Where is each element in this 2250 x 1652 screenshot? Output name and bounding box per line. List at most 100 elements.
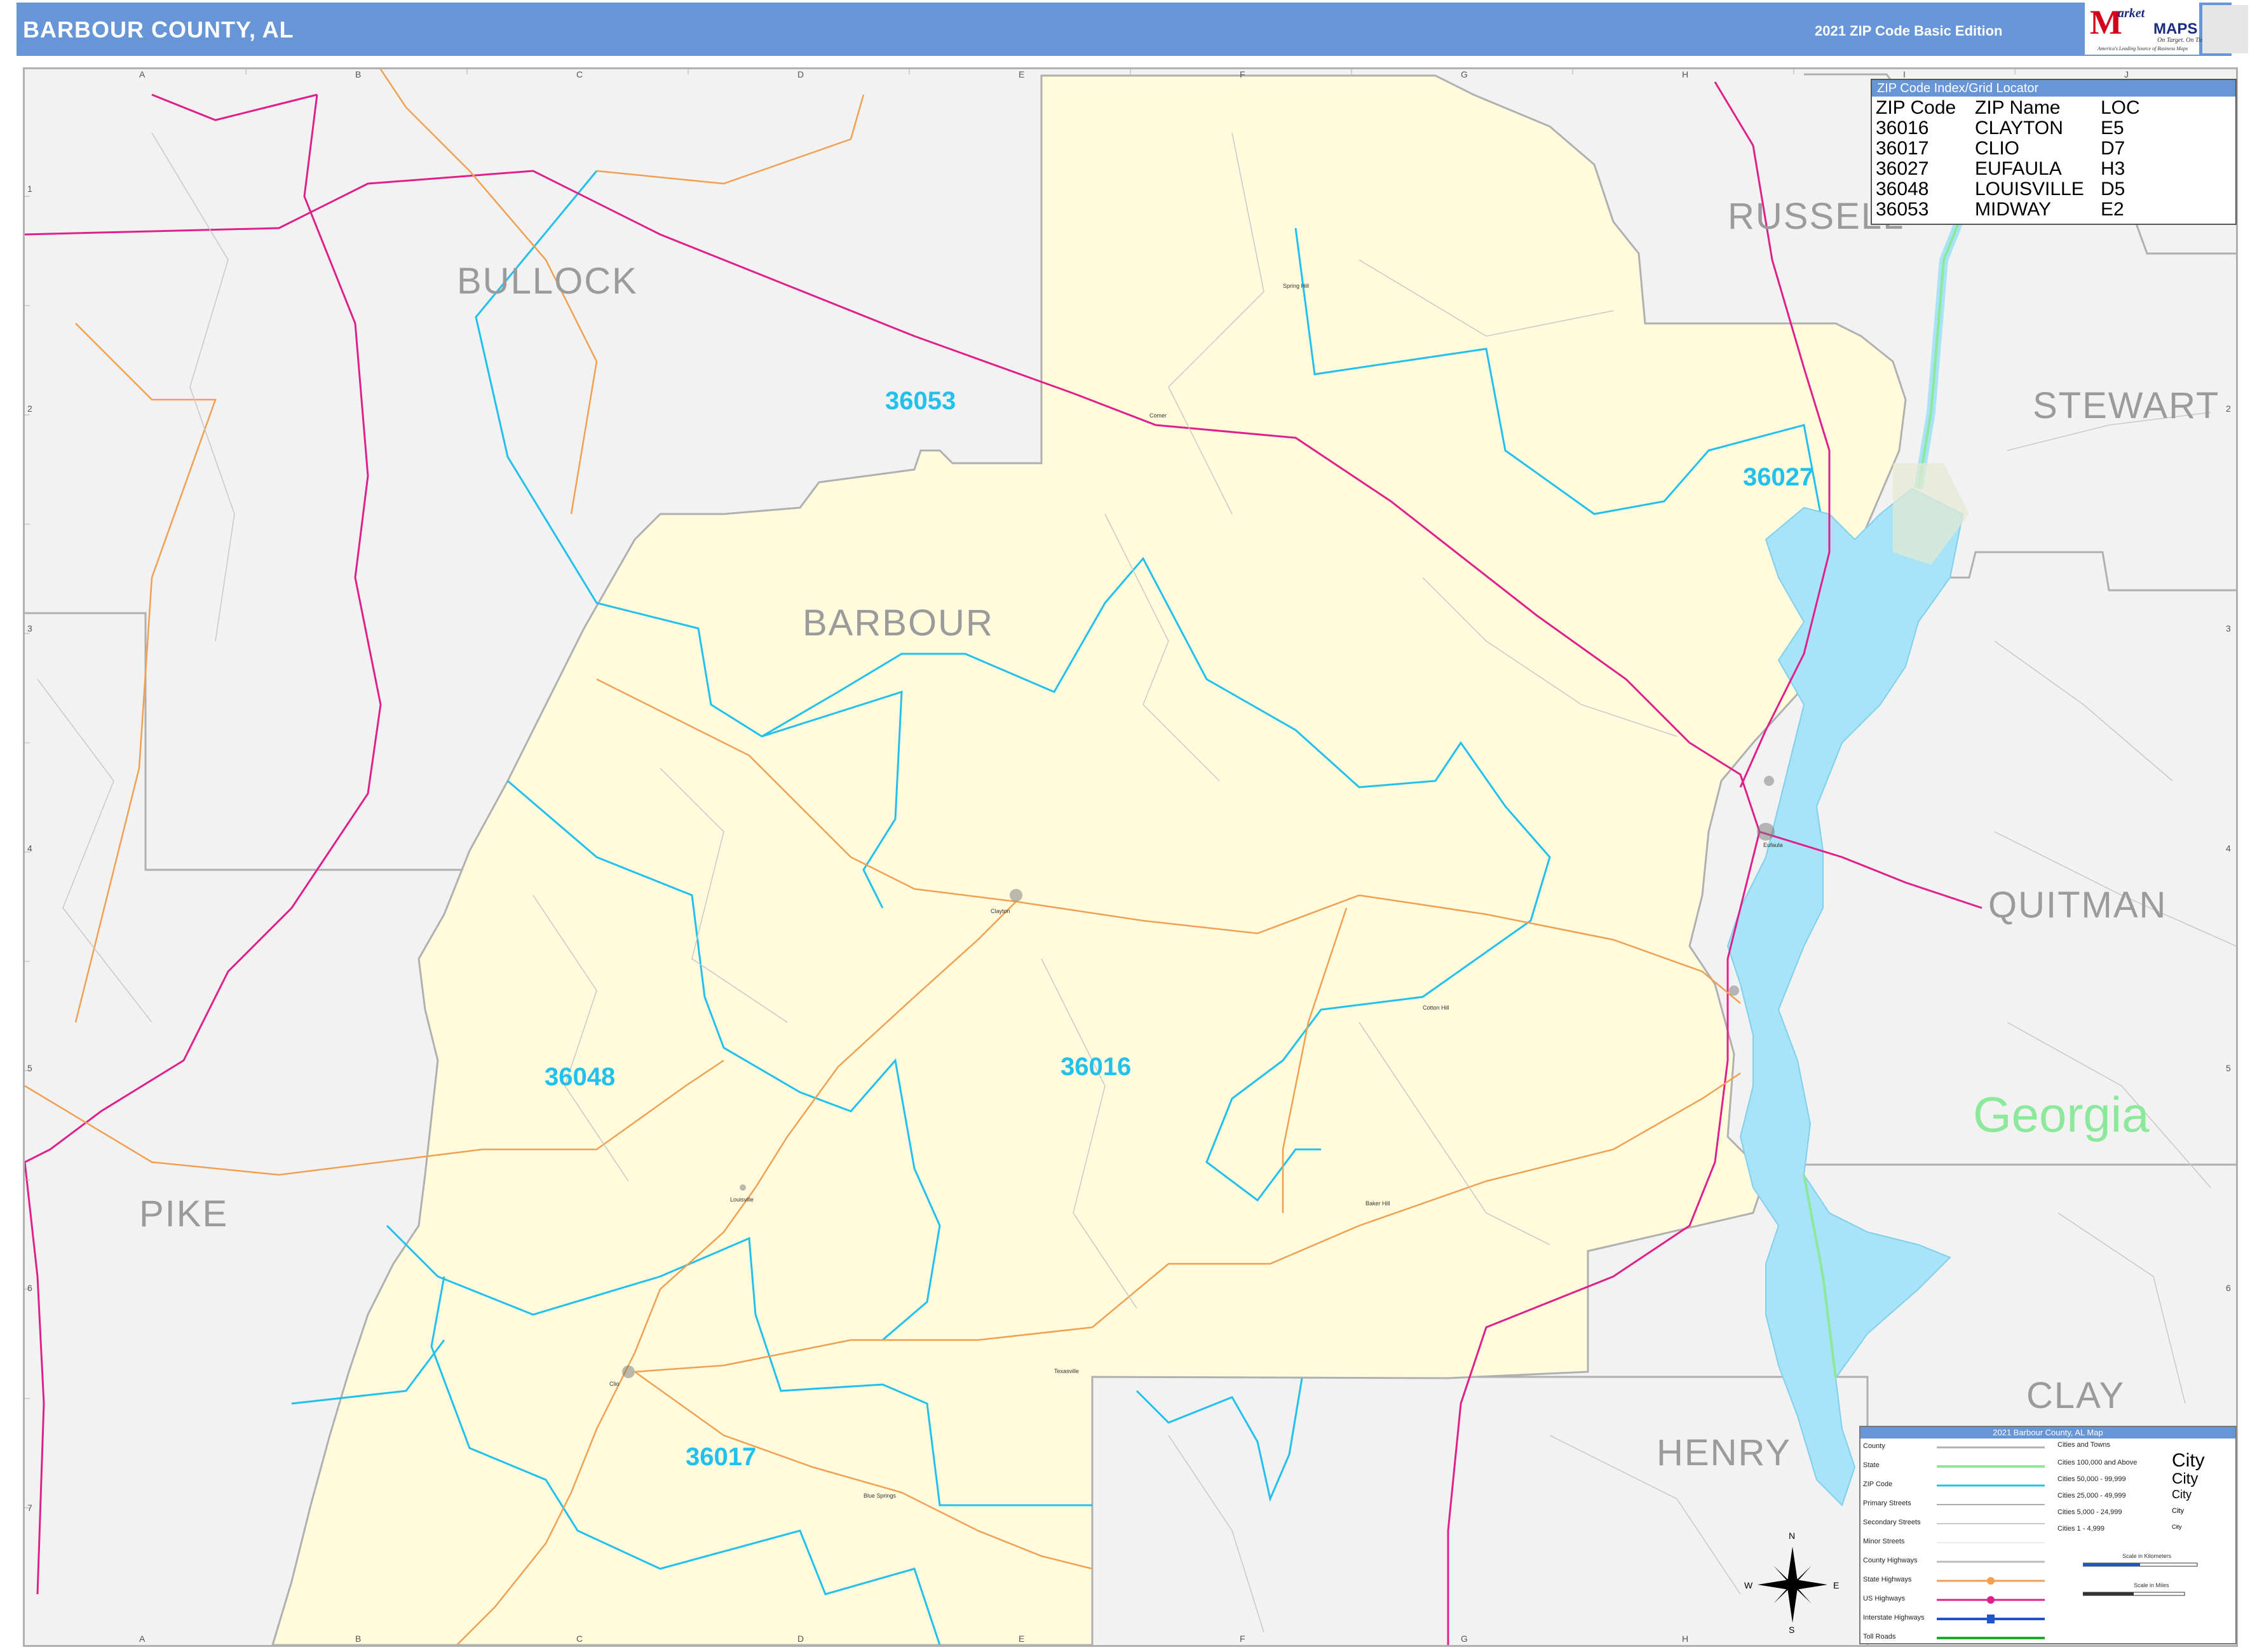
legend-us-hwy: US Highways xyxy=(1863,1595,1906,1602)
county-label-clay: CLAY xyxy=(2026,1375,2125,1416)
grid-col-g-bottom: G xyxy=(1461,1634,1468,1644)
grid-col-c-bottom: C xyxy=(576,1634,583,1644)
logo-maps: MAPS xyxy=(2153,20,2198,37)
legend-swatches xyxy=(1937,1446,2045,1639)
grid-col-a-bottom: A xyxy=(139,1634,146,1644)
scale-km-bar xyxy=(2083,1562,2198,1567)
grid-row-2: 2 xyxy=(27,403,32,414)
county-label-pike: PIKE xyxy=(139,1193,229,1235)
zip-label-36053[interactable]: 36053 xyxy=(885,387,956,416)
grid-row-5-right: 5 xyxy=(2226,1063,2231,1073)
county-label-bullock: BULLOCK xyxy=(457,261,638,302)
zip-index-row[interactable]: 36016 CLAYTON E5 xyxy=(1876,118,2171,139)
legend-city-5k: Cities 5,000 - 24,999 xyxy=(2057,1508,2122,1516)
map-graphics xyxy=(25,69,2236,1645)
grid-col-c: C xyxy=(576,69,583,79)
legend-city-sample-1: City xyxy=(2172,1450,2205,1471)
place-label: Comer xyxy=(1149,412,1167,419)
grid-col-g: G xyxy=(1461,69,1468,79)
grid-row-6-right: 6 xyxy=(2226,1283,2231,1293)
place-label: Spring Hill xyxy=(1283,283,1310,289)
zip-loc-cell: D7 xyxy=(2101,138,2125,159)
zip-index-row[interactable]: 36017 CLIO D7 xyxy=(1876,139,2171,159)
barbour-county-area xyxy=(271,74,1907,1645)
place-label: Baker Hill xyxy=(1366,1200,1390,1207)
zip-label-36016[interactable]: 36016 xyxy=(1061,1053,1131,1081)
compass-n: N xyxy=(1789,1531,1796,1541)
legend-zip: ZIP Code xyxy=(1863,1480,1893,1488)
zip-label-36017[interactable]: 36017 xyxy=(686,1443,756,1472)
market-maps-logo[interactable]: M arket MAPS On Target. On Time. America… xyxy=(2085,1,2209,55)
logo-subtag: America's Leading Source of Business Map… xyxy=(2098,46,2188,51)
zip-name-cell: EUFAULA xyxy=(1975,158,2062,179)
legend-toll: Toll Roads xyxy=(1863,1633,1896,1641)
scale-mi-label: Scale in Miles xyxy=(2134,1582,2169,1588)
map-title: BARBOUR COUNTY, AL xyxy=(23,17,294,43)
grid-col-h: H xyxy=(1682,69,1689,79)
scale-mi-bar xyxy=(2083,1592,2185,1596)
zip-name-cell: CLIO xyxy=(1975,138,2020,159)
grid-col-j: J xyxy=(2124,69,2129,79)
grid-row-7: 7 xyxy=(27,1503,32,1513)
grid-col-d: D xyxy=(797,69,804,79)
grid-row-4-right: 4 xyxy=(2226,843,2231,853)
logo-arket: arket xyxy=(2118,6,2145,20)
legend-title: 2021 Barbour County, AL Map xyxy=(1860,1427,2235,1439)
county-label-henry: HENRY xyxy=(1657,1432,1791,1473)
grid-col-f: F xyxy=(1240,69,1245,79)
legend-county-hwy: County Highways xyxy=(1863,1557,1918,1564)
county-label-stewart: STEWART xyxy=(2033,385,2220,426)
zip-loc-cell: D5 xyxy=(2101,179,2125,200)
grid-col-e: E xyxy=(1019,69,1025,79)
grid-row-4: 4 xyxy=(27,843,32,853)
zip-label-36027[interactable]: 36027 xyxy=(1743,463,1813,492)
legend-city-sample-5: City xyxy=(2172,1524,2182,1530)
legend-interstate: Interstate Highways xyxy=(1863,1614,1925,1622)
grid-row-3: 3 xyxy=(27,623,32,633)
place-label: Louisville xyxy=(730,1196,754,1203)
compass-e: E xyxy=(1833,1580,1840,1590)
state-label-georgia: Georgia xyxy=(1973,1087,2150,1142)
grid-row-3-right: 3 xyxy=(2226,623,2231,633)
zip-index-header: ZIP Name xyxy=(1975,97,2061,118)
legend-city-sample-2: City xyxy=(2172,1470,2199,1487)
compass-s: S xyxy=(1789,1625,1795,1635)
place-label: Clio xyxy=(609,1381,620,1387)
legend-county: County xyxy=(1863,1442,1885,1450)
zip-loc-cell: E2 xyxy=(2101,199,2124,220)
grid-col-f-bottom: F xyxy=(1240,1634,1245,1644)
grid-col-d-bottom: D xyxy=(797,1634,804,1644)
zip-name-cell: MIDWAY xyxy=(1975,199,2051,220)
legend-state-hwy: State Highways xyxy=(1863,1576,1912,1583)
legend-city-sample-4: City xyxy=(2172,1507,2184,1515)
legend-secondary: Secondary Streets xyxy=(1863,1519,1921,1526)
county-label-barbour: BARBOUR xyxy=(803,602,994,644)
zip-code-cell: 36027 xyxy=(1876,158,1929,179)
zip-index-header: LOC xyxy=(2101,97,2140,118)
legend-primary: Primary Streets xyxy=(1863,1500,1911,1507)
zip-code-cell: 36016 xyxy=(1876,118,1929,139)
grid-col-h-bottom: H xyxy=(1682,1634,1689,1644)
zip-code-cell: 36017 xyxy=(1876,138,1929,159)
legend-city-sample-3: City xyxy=(2172,1488,2192,1501)
map-header: BARBOUR COUNTY, AL 2021 ZIP Code Basic E… xyxy=(17,1,2248,56)
zip-label-36048[interactable]: 36048 xyxy=(545,1063,615,1092)
place-label: Clayton xyxy=(991,908,1010,914)
map-canvas[interactable]: A B C D E F G H I J A B C D E F G H I J … xyxy=(23,67,2238,1647)
scale-km-label: Scale in Kilometers xyxy=(2122,1553,2172,1559)
grid-col-b-bottom: B xyxy=(355,1634,362,1644)
zip-index-row[interactable]: 36027 EUFAULA H3 xyxy=(1876,159,2171,179)
map-legend: 2021 Barbour County, AL Map County State… xyxy=(1859,1426,2237,1644)
zip-index-row[interactable]: 36053 MIDWAY E2 xyxy=(1876,200,2171,220)
legend-cities-header: Cities and Towns xyxy=(2057,1441,2110,1449)
contact-box xyxy=(2202,5,2248,53)
legend-state: State xyxy=(1863,1461,1880,1469)
grid-row-1: 1 xyxy=(27,184,32,194)
legend-city-50k: Cities 50,000 - 99,999 xyxy=(2057,1475,2126,1483)
zip-index-header: ZIP Code xyxy=(1876,97,1956,118)
zip-index-row[interactable]: 36048 LOUISVILLE D5 xyxy=(1876,179,2171,200)
legend-minor: Minor Streets xyxy=(1863,1538,1905,1545)
grid-col-i: I xyxy=(1903,69,1906,79)
grid-col-e-bottom: E xyxy=(1019,1634,1025,1644)
legend-city-100k: Cities 100,000 and Above xyxy=(2057,1459,2138,1466)
